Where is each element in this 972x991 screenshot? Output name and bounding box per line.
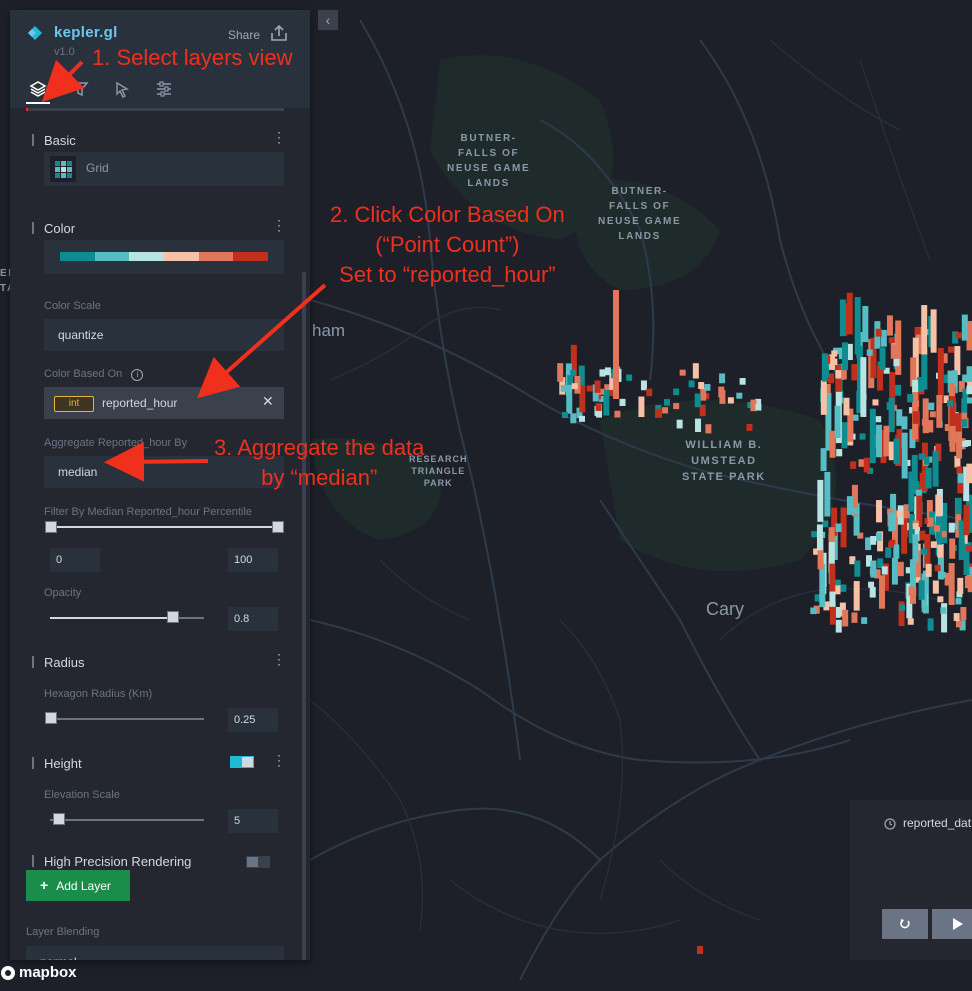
arrow-step3 [104, 441, 209, 482]
annotation-arrows [41, 59, 327, 482]
annotation-step2: 2. Click Color Based On (“Point Count”) Se… [330, 202, 565, 287]
arrow-step2 [197, 283, 327, 399]
annotation-step1: 1. Select layers view [92, 45, 293, 70]
arrow-step1 [41, 59, 85, 103]
annotation-step3: 3. Aggregate the data by “median” [214, 435, 425, 490]
